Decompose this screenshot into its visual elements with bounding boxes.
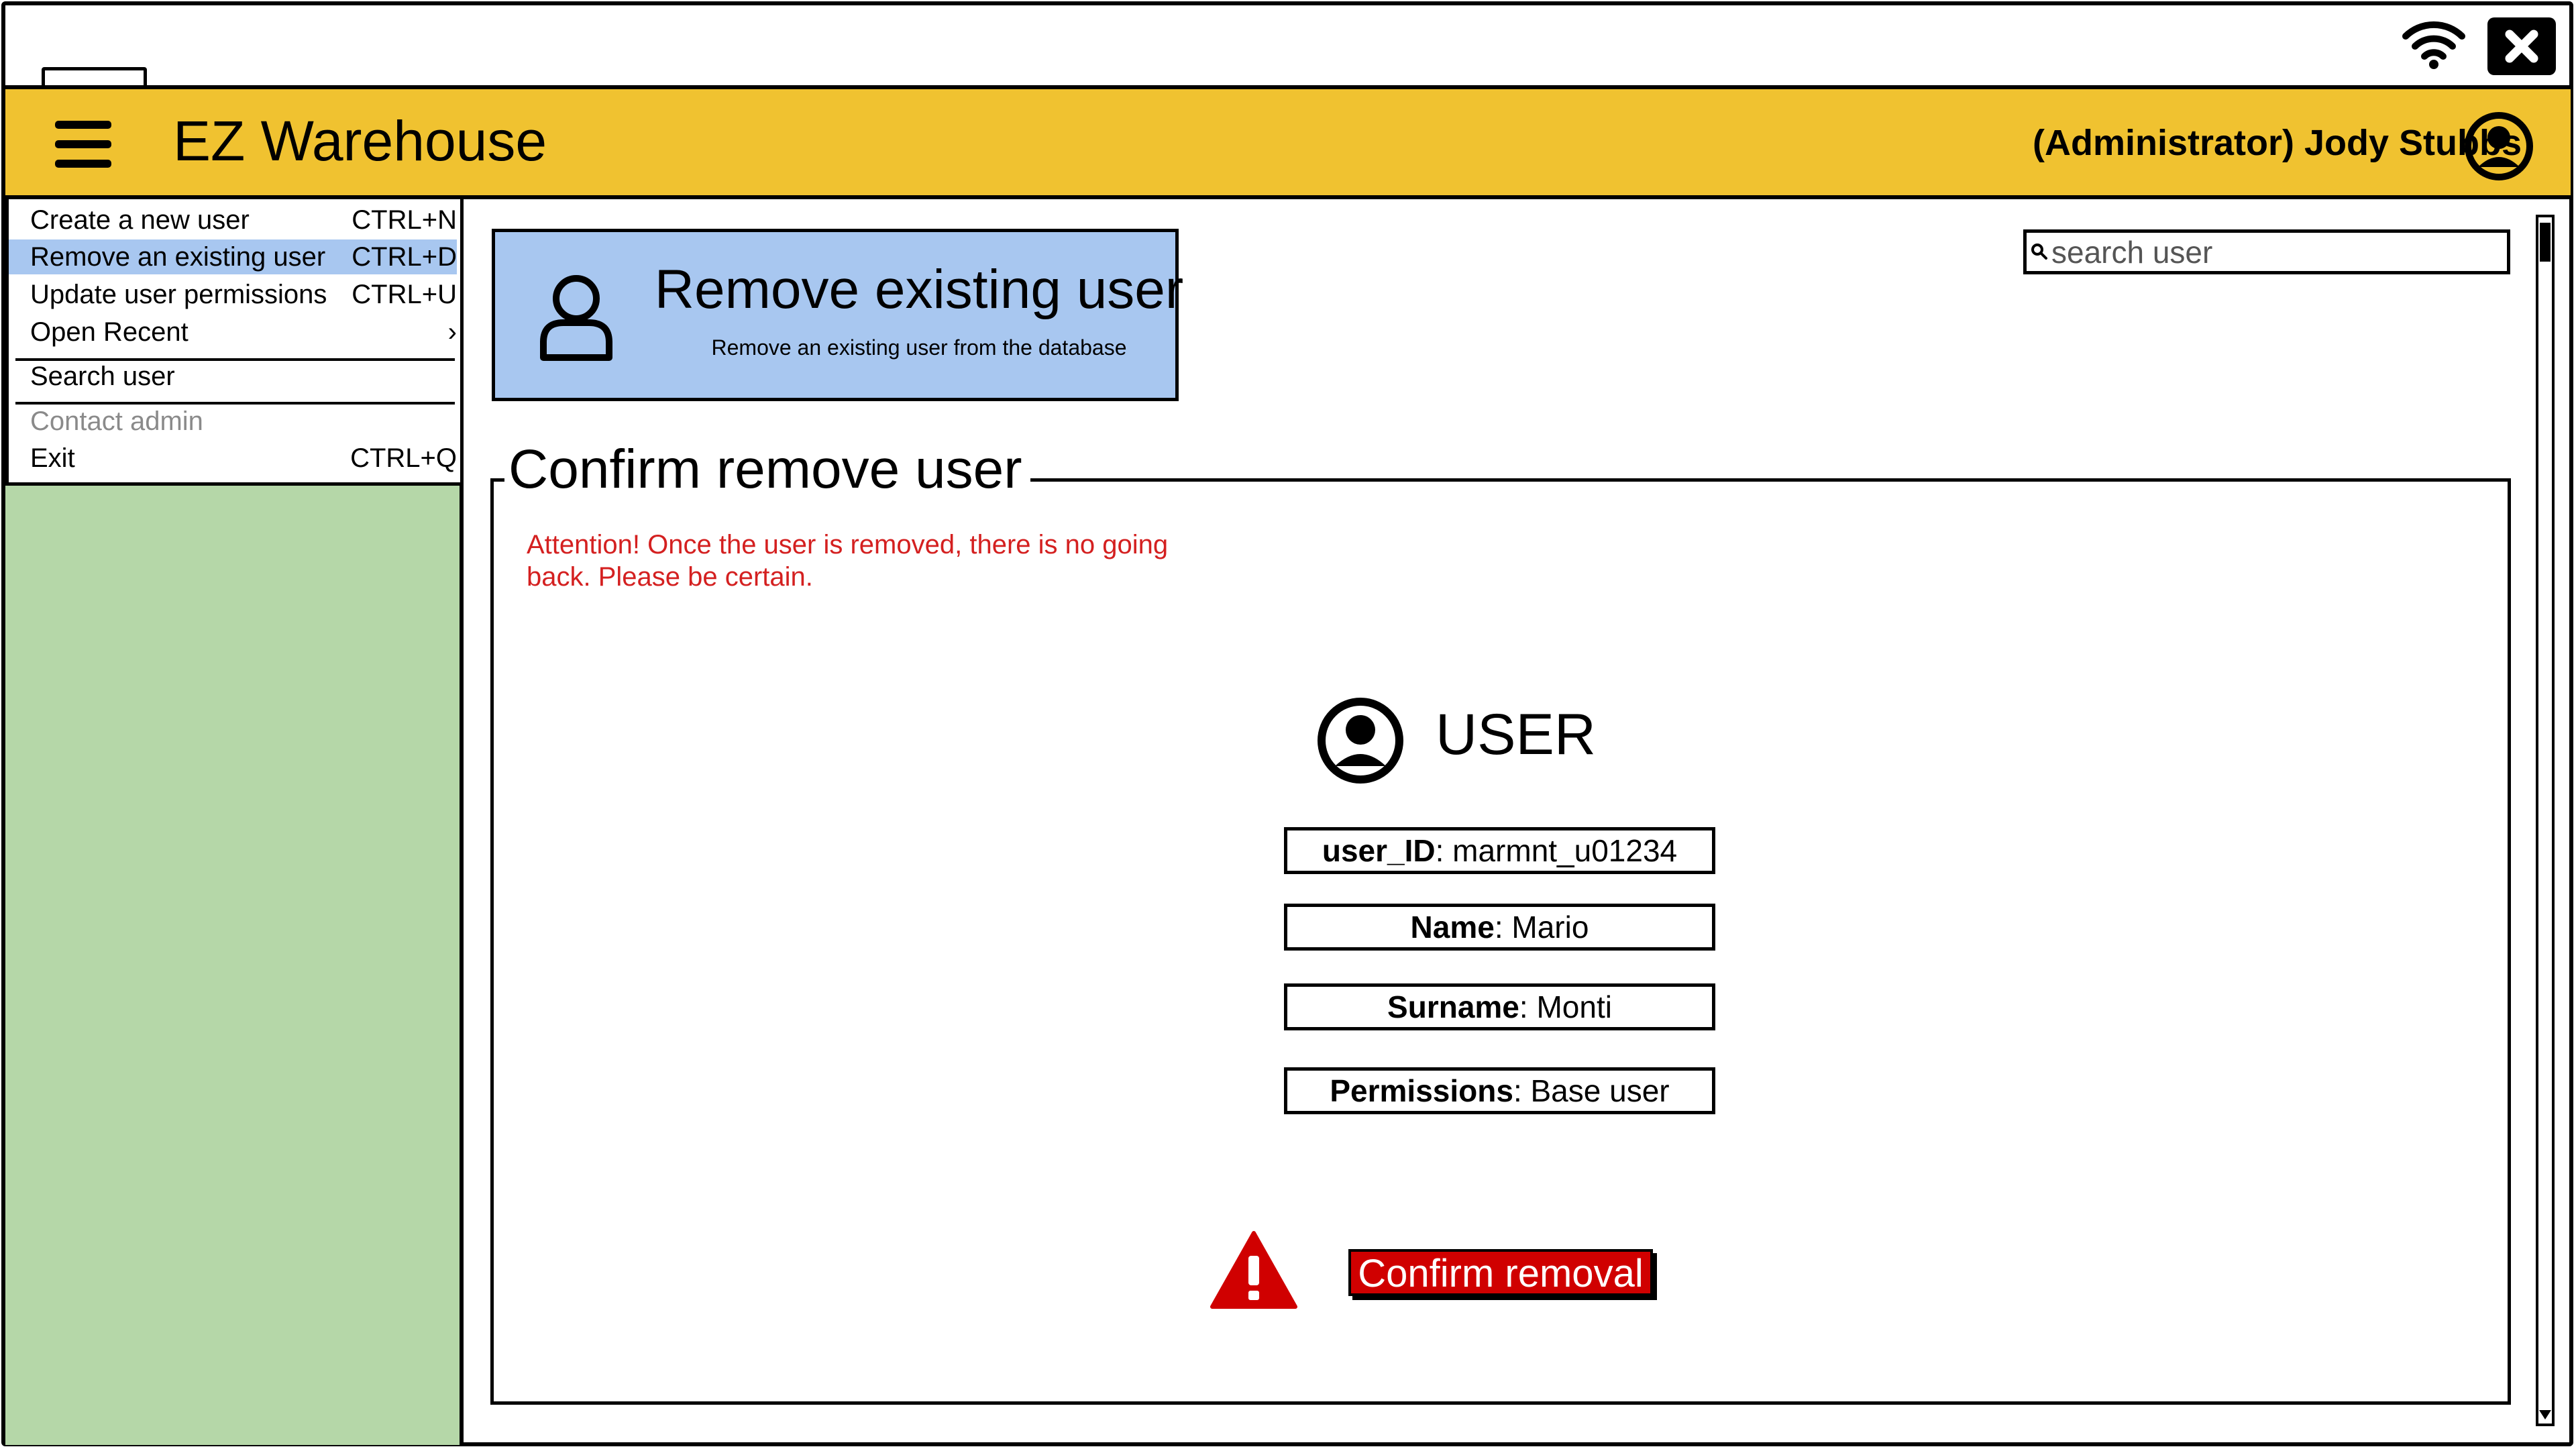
menu-item-label: Exit	[30, 443, 75, 473]
search-input[interactable]	[2051, 233, 2501, 270]
confirm-removal-button[interactable]: Confirm removal	[1348, 1249, 1653, 1296]
warning-message: Attention! Once the user is removed, the…	[527, 530, 1169, 592]
field-value: : Monti	[1519, 989, 1612, 1024]
dropdown-menu: Create a new user CTRL+N Remove an exist…	[5, 199, 464, 486]
menu-item-label: Search user	[30, 362, 175, 391]
menu-item-contact-admin: Contact admin	[9, 404, 457, 439]
name-field: Name: Mario	[1284, 904, 1715, 951]
vertical-scrollbar[interactable]	[2536, 215, 2555, 1426]
page-subtitle: Remove an existing user from the databas…	[711, 335, 1127, 360]
permissions-field: Permissions: Base user	[1284, 1067, 1715, 1114]
field-label: user_ID	[1322, 833, 1436, 868]
user-heading: USER	[1436, 702, 1596, 767]
user-account-icon	[1316, 696, 1405, 785]
user-id-field: user_ID: marmnt_u01234	[1284, 827, 1715, 874]
menu-item-shortcut: CTRL+N	[352, 205, 457, 235]
account-circle-icon[interactable]	[2463, 111, 2534, 182]
field-value: : marmnt_u01234	[1435, 833, 1678, 868]
menu-item-label: Create a new user	[30, 205, 250, 235]
field-label: Name	[1410, 910, 1495, 945]
menu-item-update-permissions[interactable]: Update user permissions CTRL+U	[9, 277, 457, 312]
close-button[interactable]	[2487, 17, 2556, 75]
field-label: Permissions	[1330, 1073, 1513, 1108]
field-label: Surname	[1387, 989, 1519, 1024]
page-title: Remove existing user	[654, 259, 1184, 320]
wifi-icon	[2400, 19, 2467, 70]
current-user-label: (Administrator) Jody Stubbs	[2033, 123, 2522, 163]
chevron-right-icon: ›	[447, 317, 457, 347]
menu-item-shortcut: CTRL+D	[352, 242, 457, 272]
menu-item-exit[interactable]: Exit CTRL+Q	[9, 441, 457, 476]
menu-item-create-user[interactable]: Create a new user CTRL+N	[9, 203, 457, 237]
panel-legend: Confirm remove user	[504, 436, 1030, 503]
field-value: : Mario	[1494, 910, 1589, 945]
scroll-down-arrow-icon[interactable]	[2539, 1410, 2551, 1419]
scrollbar-thumb[interactable]	[2540, 223, 2551, 262]
menu-item-shortcut: CTRL+U	[352, 280, 457, 309]
menu-item-label: Contact admin	[30, 407, 203, 436]
menu-item-remove-user[interactable]: Remove an existing user CTRL+D	[9, 239, 457, 274]
menu-item-open-recent[interactable]: Open Recent ›	[9, 315, 457, 350]
menu-item-search-user[interactable]: Search user	[9, 359, 457, 394]
menu-item-label: Update user permissions	[30, 280, 327, 309]
app-title: EZ Warehouse	[173, 109, 547, 172]
surname-field: Surname: Monti	[1284, 983, 1715, 1030]
menu-item-label: Remove an existing user	[30, 242, 326, 272]
close-icon	[2505, 30, 2538, 63]
field-value: : Base user	[1513, 1073, 1670, 1108]
warning-triangle-icon	[1210, 1229, 1298, 1309]
menu-item-shortcut: CTRL+Q	[350, 443, 457, 473]
search-icon	[2031, 243, 2048, 260]
hamburger-menu-icon[interactable]	[54, 119, 113, 170]
menu-item-label: Open Recent	[30, 317, 189, 347]
